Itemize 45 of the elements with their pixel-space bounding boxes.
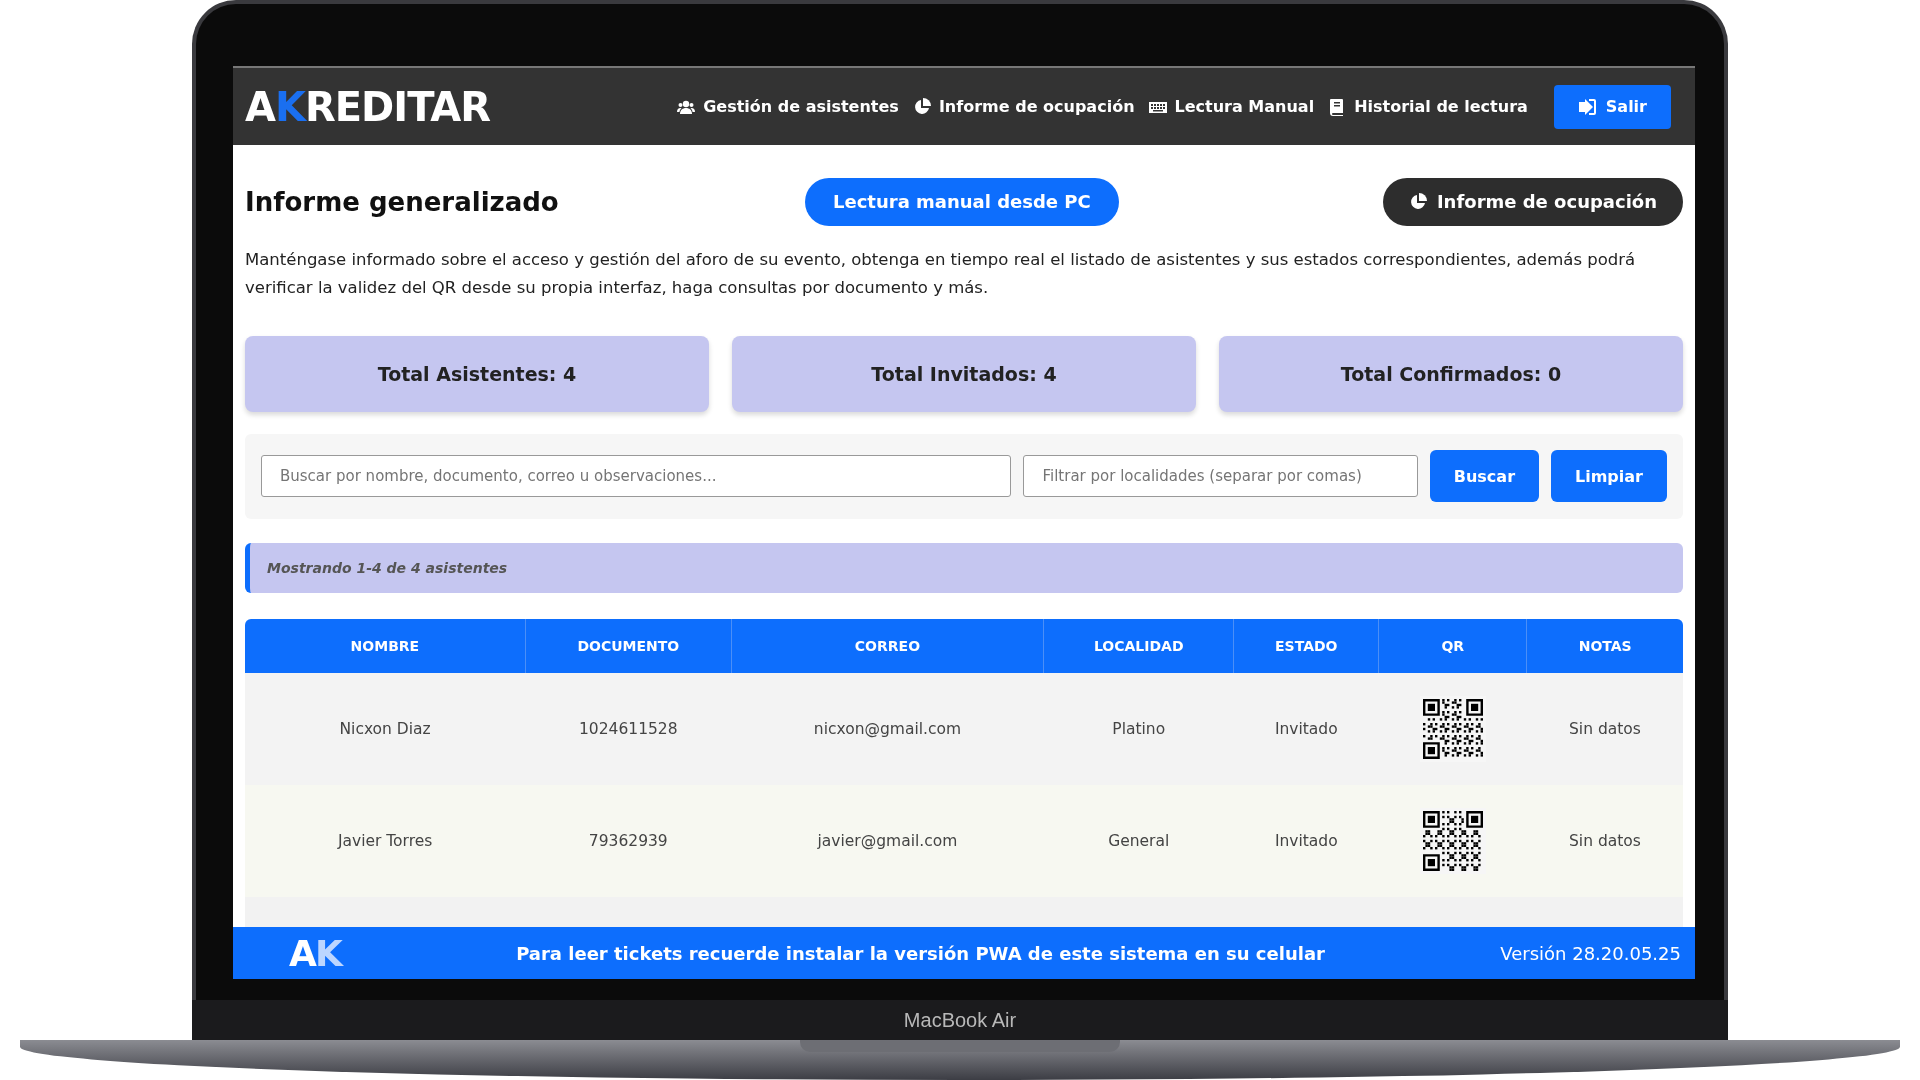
stat-card: Total Asistentes: 4 xyxy=(245,335,709,412)
column-header: NOTAS xyxy=(1526,619,1683,673)
results-info: Mostrando 1-4 de 4 asistentes xyxy=(245,543,1683,593)
pie-chart-icon xyxy=(912,97,931,116)
table-cell: Nicxon Diaz xyxy=(245,673,526,785)
stat-card: Total Confirmados: 0 xyxy=(1219,335,1683,412)
logout-button[interactable]: Salir xyxy=(1553,84,1671,129)
table-cell: 79362939 xyxy=(525,785,732,897)
column-header: ESTADO xyxy=(1233,619,1379,673)
footer-message: Para leer tickets recuerde instalar la versión PWA de este sistema en su celular xyxy=(515,942,1326,964)
pie-chart-icon xyxy=(1408,192,1427,211)
sign-out-icon xyxy=(1577,97,1596,116)
clear-button[interactable]: Limpiar xyxy=(1551,450,1667,503)
column-header: QR xyxy=(1378,619,1527,673)
nav-link[interactable]: Lectura Manual xyxy=(1146,97,1317,116)
occupancy-report-button[interactable]: Informe de ocupación xyxy=(1382,177,1683,226)
search-field[interactable]: Buscar por nombre, documento, correo u observaciones... xyxy=(261,455,1012,498)
manual-reading-button[interactable]: Lectura manual desde PC xyxy=(805,177,1119,226)
column-header: DOCUMENTO xyxy=(525,619,732,673)
table-cell: Sin datos xyxy=(1526,785,1683,897)
search-button[interactable]: Buscar xyxy=(1429,450,1539,503)
column-header: NOMBRE xyxy=(245,619,526,673)
table-cell: General xyxy=(1043,785,1234,897)
table-cell: javier@gmail.com xyxy=(731,785,1044,897)
table-cell: nicxon@gmail.com xyxy=(731,673,1044,785)
nav-link[interactable]: Historial de lectura xyxy=(1326,97,1530,116)
table-cell: Invitado xyxy=(1233,785,1379,897)
column-header: LOCALIDAD xyxy=(1043,619,1234,673)
page-description: Manténgase informado sobre el acceso y gestión del aforo de su evento, obtenga en tiempo real el listado de asistentes y sus estados correspondientes, además podrá verificar la validez del QR desde su propia interfaz, haga consultas por documento y más. xyxy=(245,248,1637,299)
device-label: MacBook Air xyxy=(903,1008,1017,1032)
table-cell: 1024611528 xyxy=(525,673,732,785)
page-title: Informe generalizado xyxy=(245,186,560,217)
version-label: Versión 28.20.05.25 xyxy=(1500,942,1681,964)
table-cell: Sin datos xyxy=(1526,673,1683,785)
column-header: CORREO xyxy=(731,619,1044,673)
table-cell: Javier Torres xyxy=(245,785,526,897)
table-cell: Invitado xyxy=(1233,673,1379,785)
location-filter-field[interactable]: Filtrar por localidades (separar por comas) xyxy=(1023,455,1418,498)
qr-code-icon xyxy=(1419,808,1486,874)
nav-link[interactable]: Gestión de asistentes xyxy=(675,97,901,116)
app-logo: AKREDITAR xyxy=(245,83,491,130)
footer-logo: AK xyxy=(289,932,341,974)
nav-link[interactable]: Informe de ocupación xyxy=(910,97,1137,116)
stat-card: Total Invitados: 4 xyxy=(732,335,1196,412)
table-cell: Platino xyxy=(1043,673,1234,785)
